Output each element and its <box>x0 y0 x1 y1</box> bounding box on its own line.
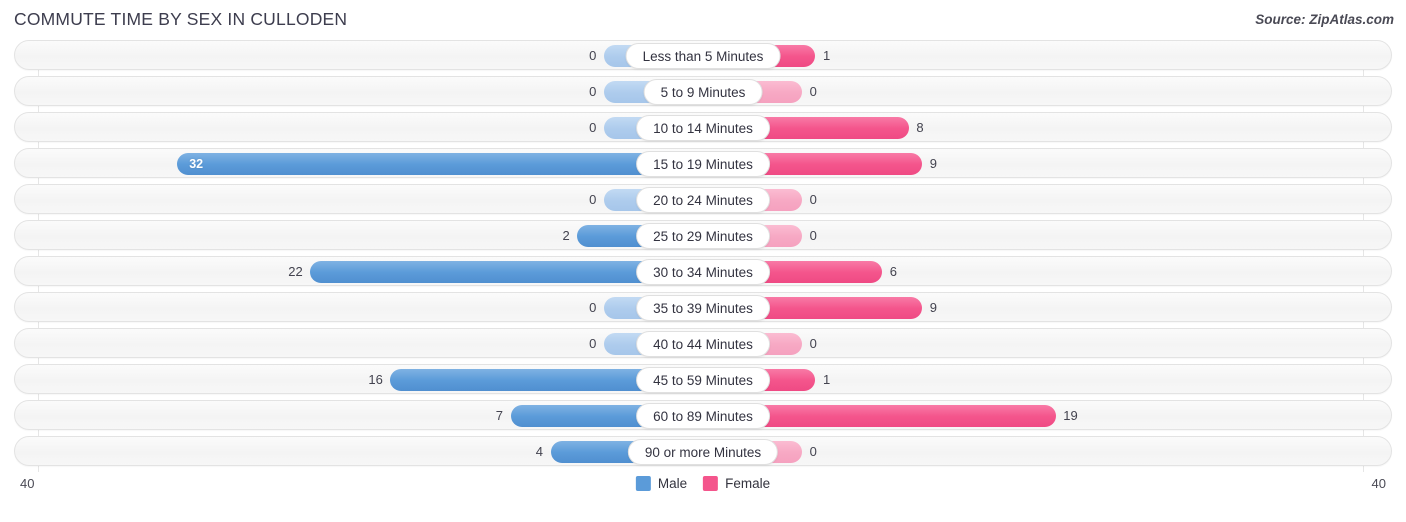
table-row[interactable]: 0 8 10 to 14 Minutes <box>14 112 1392 142</box>
category-label: 15 to 19 Minutes <box>636 151 770 177</box>
male-value-label: 0 <box>589 48 597 63</box>
female-color-swatch <box>703 476 719 491</box>
table-row[interactable]: 7 19 60 to 89 Minutes <box>14 400 1392 430</box>
male-value-label: 0 <box>589 300 597 315</box>
male-value-label: 7 <box>495 408 503 423</box>
axis-label-left: 40 <box>20 476 35 491</box>
category-label: 10 to 14 Minutes <box>636 115 770 141</box>
page-title: COMMUTE TIME BY SEX IN CULLODEN <box>14 9 348 29</box>
female-value-label: 1 <box>822 48 831 63</box>
female-value-label: 1 <box>822 372 831 387</box>
legend-label-female: Female <box>725 476 771 491</box>
table-row[interactable]: 0 9 35 to 39 Minutes <box>14 292 1392 322</box>
female-value-label: 0 <box>809 228 817 243</box>
female-value-label: 6 <box>889 264 897 279</box>
male-value-label: 2 <box>562 228 570 243</box>
chart-header: COMMUTE TIME BY SEX IN CULLODEN Source: … <box>0 0 1406 40</box>
table-row[interactable]: 32 9 15 to 19 Minutes <box>14 148 1392 178</box>
chart-legend: Male Female <box>635 476 770 491</box>
category-label: 60 to 89 Minutes <box>636 403 770 429</box>
legend-item-male[interactable]: Male <box>635 476 688 491</box>
female-value-label: 0 <box>809 444 817 459</box>
table-row[interactable]: 0 0 20 to 24 Minutes <box>14 184 1392 214</box>
female-value-label: 0 <box>809 192 817 207</box>
category-label: 40 to 44 Minutes <box>636 331 770 357</box>
male-value-label: 32 <box>189 157 204 171</box>
source-attribution: Source: ZipAtlas.com <box>1255 12 1394 27</box>
male-value-label: 0 <box>589 336 597 351</box>
table-row[interactable]: 0 0 40 to 44 Minutes <box>14 328 1392 358</box>
category-label: 90 or more Minutes <box>627 439 779 465</box>
male-value-label: 0 <box>589 120 597 135</box>
female-value-label: 9 <box>929 156 937 171</box>
table-row[interactable]: 0 1 Less than 5 Minutes <box>14 40 1392 70</box>
legend-label-male: Male <box>657 476 688 491</box>
female-value-label: 8 <box>916 120 924 135</box>
female-value-label: 9 <box>929 300 937 315</box>
male-value-label: 4 <box>535 444 543 459</box>
bar-rows: 0 1 Less than 5 Minutes 0 0 5 to 9 Minutes 0 8 1… <box>14 40 1392 466</box>
axis-label-right: 40 <box>1371 476 1386 491</box>
category-label: 35 to 39 Minutes <box>636 295 770 321</box>
female-value-label: 0 <box>809 84 817 99</box>
female-value-label: 19 <box>1063 408 1078 423</box>
male-value-label: 16 <box>368 372 383 387</box>
chart-plot-area: 0 1 Less than 5 Minutes 0 0 5 to 9 Minutes 0 8 1… <box>14 40 1392 472</box>
male-value-label: 0 <box>589 84 597 99</box>
legend-item-female[interactable]: Female <box>703 476 770 491</box>
male-color-swatch <box>635 476 651 491</box>
table-row[interactable]: 16 1 45 to 59 Minutes <box>14 364 1392 394</box>
category-label: 25 to 29 Minutes <box>636 223 770 249</box>
category-label: 45 to 59 Minutes <box>636 367 770 393</box>
category-label: 30 to 34 Minutes <box>636 259 770 285</box>
male-value-label: 0 <box>589 192 597 207</box>
male-value-label: 22 <box>288 264 303 279</box>
table-row[interactable]: 0 0 5 to 9 Minutes <box>14 76 1392 106</box>
category-label: Less than 5 Minutes <box>625 43 781 69</box>
table-row[interactable]: 22 6 30 to 34 Minutes <box>14 256 1392 286</box>
category-label: 20 to 24 Minutes <box>636 187 770 213</box>
female-value-label: 0 <box>809 336 817 351</box>
male-bar[interactable] <box>176 153 703 175</box>
table-row[interactable]: 2 0 25 to 29 Minutes <box>14 220 1392 250</box>
category-label: 5 to 9 Minutes <box>643 79 763 105</box>
table-row[interactable]: 4 0 90 or more Minutes <box>14 436 1392 466</box>
chart-footer: 40 40 Male Female <box>14 472 1392 506</box>
